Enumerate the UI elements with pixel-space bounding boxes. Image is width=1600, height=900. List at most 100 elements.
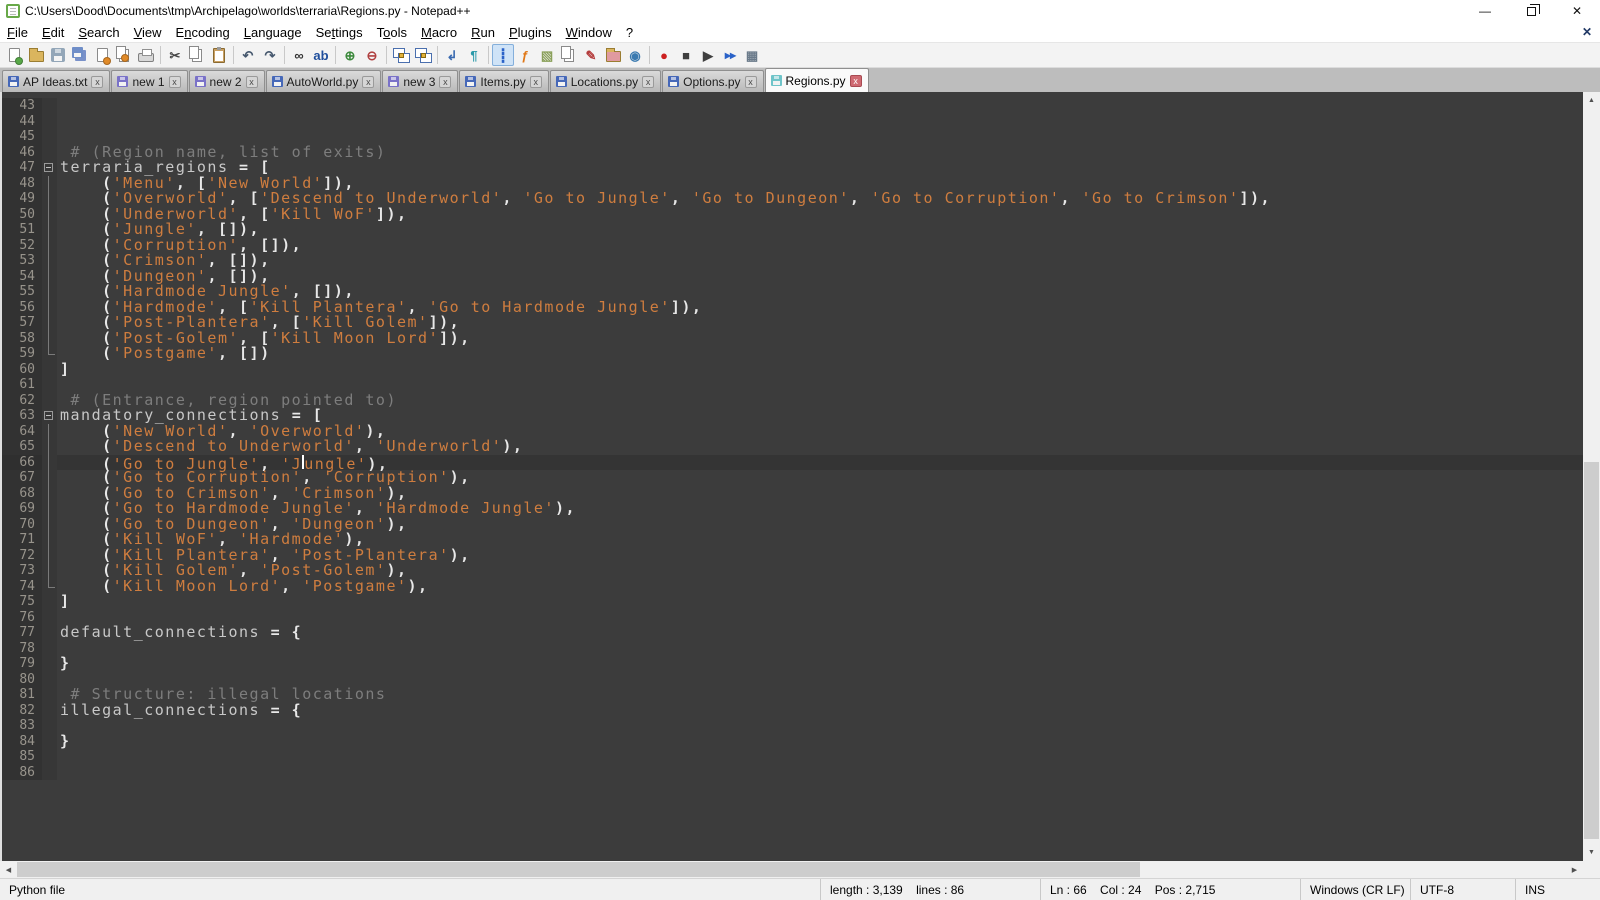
menu-item-[interactable]: ?	[619, 24, 640, 41]
fold-margin[interactable]	[42, 408, 57, 424]
code-line[interactable]: illegal_connections = {	[57, 703, 1583, 719]
save-all-icon[interactable]	[69, 44, 91, 66]
code-line[interactable]: ]	[57, 594, 1583, 610]
tab-regions-py[interactable]: Regions.pyx	[765, 68, 869, 92]
redo-icon[interactable]: ↷	[259, 44, 281, 66]
menu-item-language[interactable]: Language	[237, 24, 309, 41]
menu-item-run[interactable]: Run	[464, 24, 502, 41]
restore-button[interactable]	[1508, 0, 1554, 22]
copy-icon[interactable]	[186, 44, 208, 66]
show-indent-guide-icon[interactable]: ┋	[492, 44, 514, 66]
code-line[interactable]	[57, 749, 1583, 765]
menu-item-file[interactable]: File	[0, 24, 35, 41]
zoom-out-icon[interactable]: ⊖	[361, 44, 383, 66]
scroll-down-button[interactable]: ▼	[1583, 844, 1600, 861]
code-line[interactable]: default_connections = {	[57, 625, 1583, 641]
menu-item-window[interactable]: Window	[559, 24, 619, 41]
new-file-icon[interactable]	[3, 44, 25, 66]
folder-as-workspace-icon[interactable]: ✎	[580, 44, 602, 66]
close-button[interactable]: ✕	[1554, 0, 1600, 22]
open-file-icon[interactable]	[25, 44, 47, 66]
macro-play-icon[interactable]: ▶	[697, 44, 719, 66]
tab-new-3[interactable]: new 3x	[382, 70, 458, 92]
scroll-up-button[interactable]: ▲	[1583, 92, 1600, 109]
scroll-right-button[interactable]: ▶	[1566, 861, 1583, 878]
code-line[interactable]: ]	[57, 362, 1583, 378]
minimize-button[interactable]: —	[1462, 0, 1508, 22]
menu-item-macro[interactable]: Macro	[414, 24, 464, 41]
fold-margin[interactable]	[42, 160, 57, 176]
tab-close-icon[interactable]: x	[850, 75, 862, 87]
menu-item-encoding[interactable]: Encoding	[169, 24, 237, 41]
undo-icon[interactable]: ↶	[237, 44, 259, 66]
scroll-left-button[interactable]: ◀	[0, 861, 17, 878]
horizontal-scrollbar-thumb[interactable]	[17, 862, 1140, 877]
code-line[interactable]: ('Post-Golem', ['Kill Moon Lord']),	[57, 331, 1583, 347]
find-icon[interactable]: ∞	[288, 44, 310, 66]
show-all-characters-icon[interactable]: ¶	[463, 44, 485, 66]
macro-run-multiple-icon[interactable]: ▶▶	[719, 44, 741, 66]
tab-new-2[interactable]: new 2x	[189, 70, 265, 92]
code-line[interactable]: ('Descend to Underworld', 'Underworld'),	[57, 439, 1583, 455]
tab-close-icon[interactable]: x	[169, 76, 181, 88]
horizontal-scrollbar[interactable]: ◀ ▶	[0, 861, 1600, 878]
code-line[interactable]: }	[57, 656, 1583, 672]
macro-stop-icon[interactable]: ■	[675, 44, 697, 66]
close-icon[interactable]	[91, 44, 113, 66]
tab-close-icon[interactable]: x	[439, 76, 451, 88]
code-line[interactable]: ('Underworld', ['Kill WoF']),	[57, 207, 1583, 223]
menu-close-document-button[interactable]: ✕	[1582, 25, 1592, 39]
sync-horizontal-icon[interactable]	[412, 44, 434, 66]
code-line[interactable]	[57, 641, 1583, 657]
tab-close-icon[interactable]: x	[530, 76, 542, 88]
cut-icon[interactable]: ✂	[164, 44, 186, 66]
code-line[interactable]	[57, 114, 1583, 130]
sync-vertical-icon[interactable]	[390, 44, 412, 66]
project-panel-icon[interactable]	[602, 44, 624, 66]
fold-collapse-icon[interactable]	[44, 411, 53, 420]
tab-close-icon[interactable]: x	[642, 76, 654, 88]
code-line[interactable]: ('Crimson', []),	[57, 253, 1583, 269]
code-line[interactable]: ('Corruption', []),	[57, 238, 1583, 254]
tab-ap-ideas-txt[interactable]: AP Ideas.txtx	[2, 70, 110, 92]
tab-close-icon[interactable]: x	[246, 76, 258, 88]
close-all-icon[interactable]	[113, 44, 135, 66]
tab-locations-py[interactable]: Locations.pyx	[550, 70, 661, 92]
fold-collapse-icon[interactable]	[44, 163, 53, 172]
menu-item-settings[interactable]: Settings	[309, 24, 370, 41]
code-line[interactable]	[57, 718, 1583, 734]
menu-item-search[interactable]: Search	[71, 24, 126, 41]
code-line[interactable]: # (Region name, list of exits)	[57, 145, 1583, 161]
code-line[interactable]: }	[57, 734, 1583, 750]
menu-item-tools[interactable]: Tools	[370, 24, 414, 41]
tab-autoworld-py[interactable]: AutoWorld.pyx	[266, 70, 382, 92]
vertical-scrollbar[interactable]: ▲ ▼	[1583, 92, 1600, 861]
macro-record-icon[interactable]: ●	[653, 44, 675, 66]
document-list-icon[interactable]	[558, 44, 580, 66]
paste-icon[interactable]	[208, 44, 230, 66]
code-line[interactable]: ('Postgame', [])	[57, 346, 1583, 362]
tab-close-icon[interactable]: x	[91, 76, 103, 88]
word-wrap-icon[interactable]: ↲	[441, 44, 463, 66]
replace-icon[interactable]: ab	[310, 44, 332, 66]
tab-close-icon[interactable]: x	[745, 76, 757, 88]
editor[interactable]: 43444546 # (Region name, list of exits)4…	[0, 92, 1600, 861]
tab-items-py[interactable]: Items.pyx	[459, 70, 548, 92]
monitoring-icon[interactable]: ◉	[624, 44, 646, 66]
menu-item-plugins[interactable]: Plugins	[502, 24, 559, 41]
tab-new-1[interactable]: new 1x	[111, 70, 187, 92]
code-line[interactable]	[57, 765, 1583, 781]
menu-item-view[interactable]: View	[127, 24, 169, 41]
zoom-in-icon[interactable]: ⊕	[339, 44, 361, 66]
save-icon[interactable]	[47, 44, 69, 66]
vertical-scrollbar-thumb[interactable]	[1584, 462, 1599, 839]
tab-options-py[interactable]: Options.pyx	[662, 70, 763, 92]
print-icon[interactable]	[135, 44, 157, 66]
macro-save-icon[interactable]: ▦	[741, 44, 763, 66]
tab-close-icon[interactable]: x	[362, 76, 374, 88]
code-area[interactable]: 43444546 # (Region name, list of exits)4…	[2, 92, 1583, 861]
menu-item-edit[interactable]: Edit	[35, 24, 71, 41]
code-line[interactable]: ('Kill Moon Lord', 'Postgame'),	[57, 579, 1583, 595]
function-list-icon[interactable]: ƒ	[514, 44, 536, 66]
code-line[interactable]	[57, 98, 1583, 114]
